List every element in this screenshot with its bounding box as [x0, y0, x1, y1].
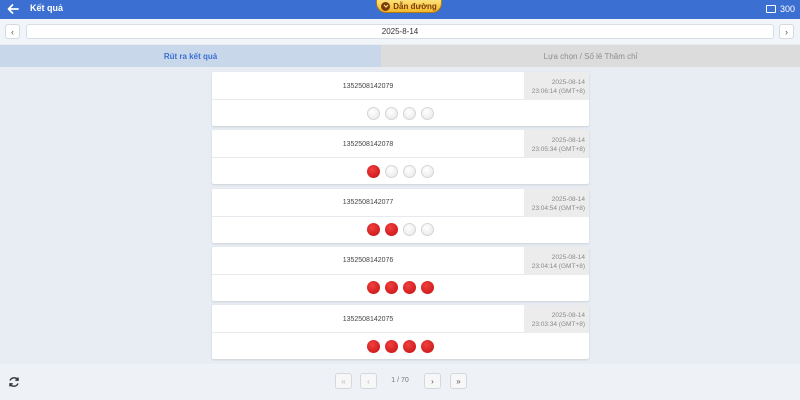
result-balls [212, 217, 589, 243]
draw-timestamp: 2025-08-14 23:03:34 (GMT+8) [524, 305, 589, 334]
issue-number: 1352508142075 [342, 315, 394, 323]
white-ball [421, 106, 434, 120]
app-header: Kết quả Dẫn đường 300 [0, 0, 800, 19]
red-ball [403, 339, 416, 353]
issue-number: 1352508142076 [342, 257, 394, 265]
date-bar: ‹ 2025-8-14 › [0, 19, 800, 44]
result-card-header: 1352508142076 2025-08-14 23:04:14 (GMT+8) [212, 246, 589, 275]
result-card-header: 1352508142078 2025-08-14 23:05:34 (GMT+8) [212, 130, 589, 159]
prev-date-button[interactable]: ‹ [5, 24, 20, 39]
refresh-icon[interactable] [7, 375, 21, 389]
draw-timestamp: 2025-08-14 23:06:14 (GMT+8) [524, 72, 589, 100]
tab-bar: Rút ra kết quả Lựa chọn / Số lẻ Thâm chỉ [0, 45, 800, 67]
result-balls [212, 333, 589, 359]
white-ball [421, 223, 434, 237]
draw-time: 23:06:14 (GMT+8) [531, 88, 585, 95]
result-card: 1352508142079 2025-08-14 23:06:14 (GMT+8) [212, 72, 589, 126]
result-card-header: 1352508142075 2025-08-14 23:03:34 (GMT+8) [212, 305, 589, 334]
wallet-icon [766, 5, 776, 13]
red-ball [385, 339, 398, 353]
white-ball [385, 164, 398, 178]
page-title: Kết quả [30, 3, 64, 13]
draw-timestamp: 2025-08-14 23:05:34 (GMT+8) [524, 130, 589, 159]
draw-time: 23:04:54 (GMT+8) [531, 204, 585, 212]
footer-bar: « ‹ 1 / 70 › » [0, 364, 800, 400]
red-ball [367, 164, 380, 178]
next-page-button[interactable]: › [424, 373, 441, 389]
draw-date: 2025-08-14 [551, 79, 585, 86]
arrow-left-icon[interactable] [6, 2, 20, 16]
result-balls [212, 100, 589, 126]
result-card-header: 1352508142079 2025-08-14 23:06:14 (GMT+8) [212, 72, 589, 100]
tab-selection[interactable]: Lựa chọn / Số lẻ Thâm chỉ [381, 45, 800, 67]
next-date-button[interactable]: › [779, 24, 794, 39]
red-ball [367, 223, 380, 237]
red-ball [385, 223, 398, 237]
tab-draw-results[interactable]: Rút ra kết quả [0, 45, 381, 67]
result-card-header: 1352508142077 2025-08-14 23:04:54 (GMT+8) [212, 188, 589, 217]
result-list: 1352508142079 2025-08-14 23:06:14 (GMT+8) 1… [212, 72, 589, 363]
issue-number: 1352508142079 [342, 82, 394, 90]
result-card: 1352508142075 2025-08-14 23:03:34 (GMT+8) [212, 305, 589, 360]
white-ball [403, 223, 416, 237]
first-page-button[interactable]: « [335, 373, 352, 389]
red-ball [385, 281, 398, 295]
white-ball [421, 164, 434, 178]
prev-page-button[interactable]: ‹ [360, 373, 377, 389]
draw-timestamp: 2025-08-14 23:04:54 (GMT+8) [524, 188, 589, 217]
result-balls [212, 275, 589, 301]
result-card: 1352508142078 2025-08-14 23:05:34 (GMT+8) [212, 130, 589, 185]
draw-date: 2025-08-14 [551, 137, 585, 145]
result-card: 1352508142077 2025-08-14 23:04:54 (GMT+8) [212, 188, 589, 243]
white-ball [367, 106, 380, 120]
red-ball [421, 281, 434, 295]
issue-number: 1352508142077 [342, 199, 394, 207]
draw-date: 2025-08-14 [551, 312, 585, 320]
chevron-down-circle-icon [381, 1, 391, 11]
red-ball [421, 339, 434, 353]
red-ball [367, 281, 380, 295]
white-ball [403, 164, 416, 178]
red-ball [403, 281, 416, 295]
guide-button[interactable]: Dẫn đường [376, 0, 442, 13]
page-indicator: 1 / 70 [391, 377, 409, 384]
draw-timestamp: 2025-08-14 23:04:14 (GMT+8) [524, 246, 589, 275]
draw-date: 2025-08-14 [551, 253, 585, 261]
white-ball [403, 106, 416, 120]
draw-time: 23:05:34 (GMT+8) [531, 146, 585, 154]
result-balls [212, 158, 589, 184]
result-card: 1352508142076 2025-08-14 23:04:14 (GMT+8) [212, 246, 589, 301]
white-ball [385, 106, 398, 120]
guide-label: Dẫn đường [393, 1, 437, 11]
red-ball [367, 339, 380, 353]
draw-time: 23:03:34 (GMT+8) [531, 321, 585, 329]
draw-time: 23:04:14 (GMT+8) [531, 262, 585, 270]
last-page-button[interactable]: » [450, 373, 467, 389]
draw-date: 2025-08-14 [551, 195, 585, 203]
balance-value: 300 [780, 4, 796, 14]
issue-number: 1352508142078 [342, 140, 394, 148]
date-selector[interactable]: 2025-8-14 [26, 24, 774, 39]
